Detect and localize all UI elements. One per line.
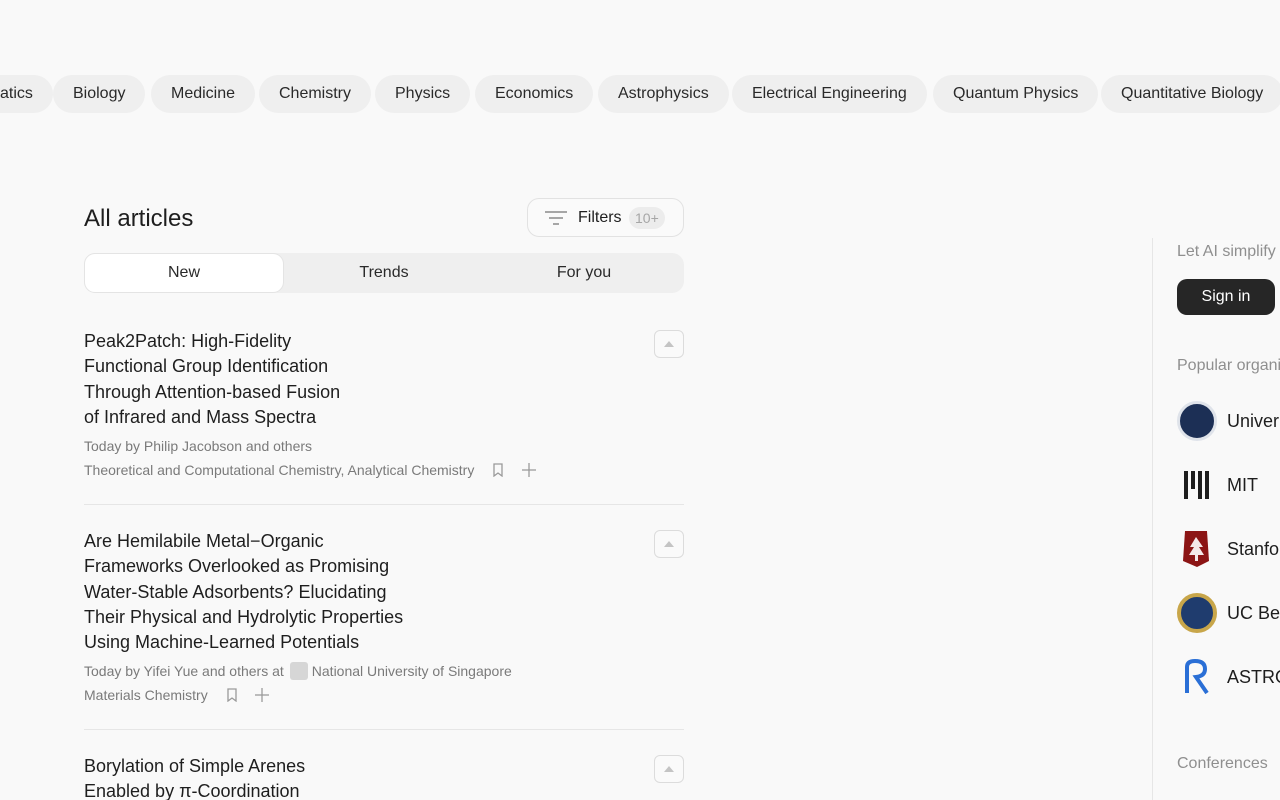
org-name: UC Be	[1227, 603, 1280, 623]
article-title[interactable]: Are Hemilabile Metal−Organic Frameworks …	[84, 529, 684, 655]
add-icon[interactable]	[255, 687, 270, 705]
org-name: ASTRO	[1227, 667, 1280, 687]
stanford-tree-icon	[1177, 529, 1217, 569]
chip-category[interactable]: atics	[0, 75, 53, 113]
sign-in-button[interactable]: Sign in	[1177, 279, 1275, 315]
chip-chemistry[interactable]: Chemistry	[259, 75, 372, 113]
chip-biology[interactable]: Biology	[53, 75, 146, 113]
upvote-button[interactable]	[654, 330, 684, 358]
chip-quantum-physics[interactable]: Quantum Physics	[933, 75, 1099, 113]
bookmark-icon[interactable]	[492, 463, 504, 480]
article-card[interactable]: Borylation of Simple Arenes Enabled by π…	[84, 754, 684, 800]
add-icon[interactable]	[522, 462, 537, 480]
chip-economics[interactable]: Economics	[475, 75, 594, 113]
filters-button[interactable]: Filters 10+	[527, 198, 684, 237]
chip-quantitative-biology[interactable]: Quantitative Biology	[1101, 75, 1280, 113]
institution-link[interactable]: National University of Singapore	[312, 663, 512, 679]
divider	[84, 729, 684, 730]
article-categories: Theoretical and Computational Chemistry,…	[84, 462, 475, 478]
upvote-button[interactable]	[654, 530, 684, 558]
sidebar-promo-text: Let AI simplify	[1177, 243, 1276, 260]
category-chips: atics Biology Medicine Chemistry Physics…	[0, 75, 1280, 115]
article-meta: Today by Yifei Yue and others at National…	[84, 662, 512, 681]
filters-label: Filters	[578, 209, 622, 226]
article-categories-row: Theoretical and Computational Chemistry,…	[84, 462, 537, 480]
article-categories-row: Materials Chemistry	[84, 687, 270, 705]
filters-count-badge: 10+	[629, 207, 665, 229]
mit-logo-icon	[1177, 465, 1217, 505]
chip-medicine[interactable]: Medicine	[151, 75, 256, 113]
article-categories: Materials Chemistry	[84, 687, 208, 703]
tab-trends[interactable]: Trends	[284, 253, 484, 293]
chip-astrophysics[interactable]: Astrophysics	[598, 75, 729, 113]
astro-r-logo-icon	[1177, 657, 1217, 697]
org-name: MIT	[1227, 475, 1258, 495]
university-seal-icon	[1177, 401, 1217, 441]
uc-berkeley-seal-icon	[1177, 593, 1217, 633]
conferences-heading: Conferences	[1177, 755, 1268, 772]
nus-logo-icon	[289, 662, 308, 681]
tab-for-you[interactable]: For you	[484, 253, 684, 293]
org-name: Stanfo	[1227, 539, 1280, 559]
filter-icon	[545, 211, 567, 230]
sidebar-divider	[1152, 238, 1153, 800]
upvote-button[interactable]	[654, 755, 684, 783]
chip-physics[interactable]: Physics	[375, 75, 471, 113]
tab-new[interactable]: New	[84, 253, 284, 293]
org-name: Univer	[1227, 411, 1280, 431]
popular-organizations-heading: Popular organi	[1177, 357, 1280, 374]
article-meta: Today by Philip Jacobson and others	[84, 438, 313, 454]
article-title[interactable]: Peak2Patch: High-Fidelity Functional Gro…	[84, 329, 684, 430]
article-tabs: New Trends For you	[84, 253, 684, 293]
page-title: All articles	[84, 205, 194, 232]
chip-electrical-engineering[interactable]: Electrical Engineering	[732, 75, 927, 113]
article-card[interactable]: Are Hemilabile Metal−Organic Frameworks …	[84, 529, 684, 709]
article-card[interactable]: Peak2Patch: High-Fidelity Functional Gro…	[84, 329, 684, 489]
article-title[interactable]: Borylation of Simple Arenes Enabled by π…	[84, 754, 684, 800]
bookmark-icon[interactable]	[226, 688, 238, 705]
divider	[84, 504, 684, 505]
